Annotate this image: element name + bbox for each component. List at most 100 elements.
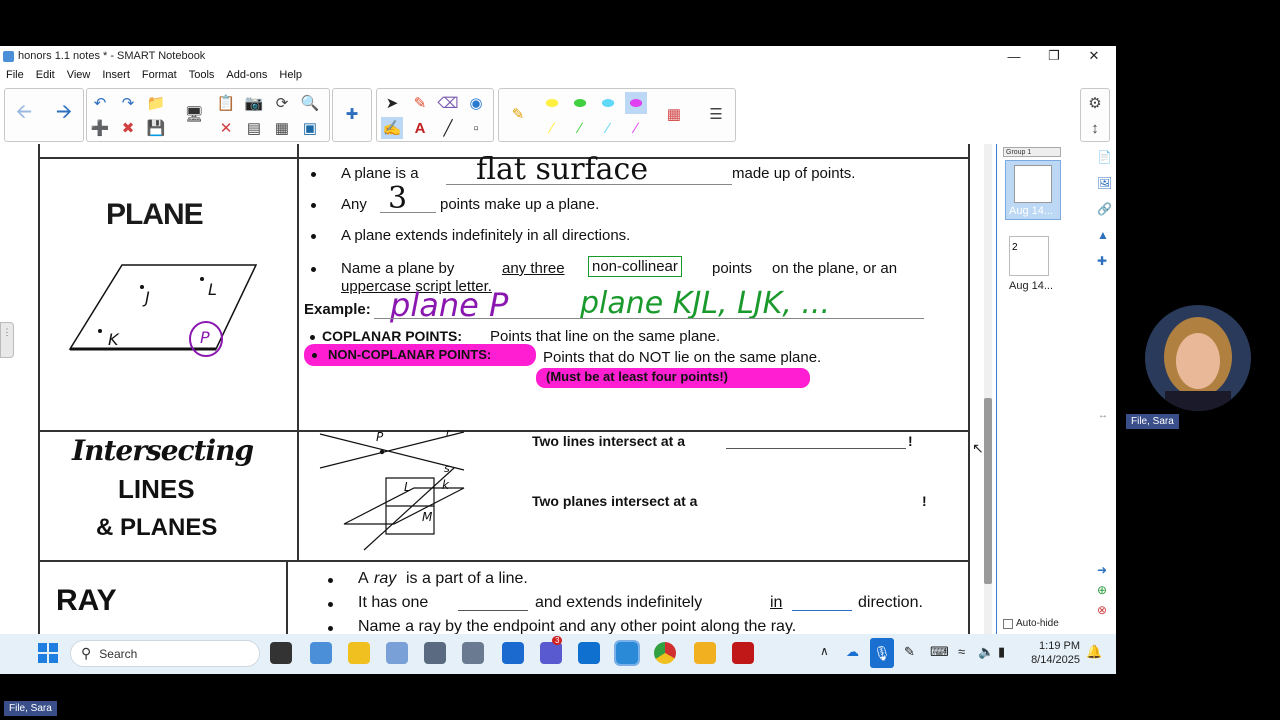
close-icon[interactable]: ✕ (1074, 46, 1114, 66)
add-page-sidebar-icon[interactable]: ⊕ (1097, 580, 1113, 600)
screen-shade-icon[interactable]: ▤ (243, 117, 265, 139)
minimize-icon[interactable]: — (994, 46, 1034, 66)
coplanar-label: COPLANAR POINTS: (322, 328, 462, 344)
page-thumbnail-1[interactable]: Aug 14... (1005, 160, 1061, 220)
plane-def-2-start: Any (341, 196, 367, 213)
menu-addons[interactable]: Add-ons (220, 69, 273, 81)
fullscreen-icon[interactable]: ▣ (299, 117, 321, 139)
keyboard-icon[interactable]: ⌨ (930, 644, 949, 660)
puzzle-icon[interactable]: ✚ (341, 103, 363, 125)
side-panel-handle-icon[interactable]: ⋮ (0, 322, 14, 358)
text-icon[interactable]: A (409, 117, 431, 139)
cyan-thin-pen-icon[interactable]: ∕ (597, 117, 619, 139)
wifi-icon[interactable]: ≈ (958, 644, 965, 659)
fill-icon[interactable]: ◉ (465, 92, 487, 114)
attachments-tab-icon[interactable]: 🔗 (1097, 202, 1113, 220)
page-sorter-tab-icon[interactable]: 📄 (1097, 150, 1113, 168)
autohide-checkbox[interactable] (1003, 618, 1013, 629)
redo-icon[interactable]: ↷ (117, 92, 139, 114)
eraser-icon[interactable]: ⌫ (437, 92, 459, 114)
delete-icon[interactable]: ✕ (215, 117, 237, 139)
file-explorer-icon[interactable] (694, 642, 716, 664)
forward-arrow-icon[interactable]: 🡪 (53, 101, 75, 125)
green-pen-icon[interactable]: ⬬ (569, 92, 591, 114)
autohide-toggle[interactable]: Auto-hide (1003, 618, 1059, 629)
eraser-tool-icon[interactable]: ▫ (465, 117, 487, 139)
page-thumbnail-2[interactable]: 2 (1009, 236, 1049, 276)
menu-view[interactable]: View (61, 69, 97, 81)
notes-app-icon[interactable] (462, 642, 484, 664)
yellow-pen-icon[interactable]: ⬬ (541, 92, 563, 114)
menu-edit[interactable]: Edit (30, 69, 61, 81)
green-thin-pen-icon[interactable]: ∕ (569, 117, 591, 139)
paste-icon[interactable]: 📋 (215, 92, 237, 114)
volume-icon[interactable]: 🔈 (978, 644, 994, 660)
handwritten-flat-surface: flat surface (476, 152, 649, 187)
cyan-pen-icon[interactable]: ⬬ (597, 92, 619, 114)
notebook-page-area[interactable]: ⋮ PLANE J L K P A plane is a flat surfac… (0, 144, 996, 634)
calculator-app-icon[interactable] (424, 642, 446, 664)
acrobat-icon[interactable] (732, 642, 754, 664)
task-view-icon[interactable] (270, 642, 292, 664)
menu-help[interactable]: Help (273, 69, 308, 81)
yellow-thin-pen-icon[interactable]: ∕ (541, 117, 563, 139)
rotate-icon[interactable]: ⟳ (271, 92, 293, 114)
notification-bell-icon[interactable]: 🔔 (1086, 644, 1102, 660)
resize-arrows-icon[interactable]: ↔ (1098, 410, 1108, 421)
group-dropdown[interactable]: Group 1 (1003, 147, 1061, 157)
menu-insert[interactable]: Insert (96, 69, 136, 81)
display-icon[interactable]: 🖥 (183, 103, 205, 125)
chevron-up-icon[interactable]: ∧ (820, 644, 829, 658)
widgets-icon[interactable] (310, 642, 332, 664)
teams-icon[interactable]: 3 (540, 636, 563, 664)
pen-menu-icon[interactable]: ✎ (904, 644, 915, 660)
open-folder-icon[interactable]: 📁 (145, 92, 167, 114)
edit-group: ↶ ↷ 📁 ➕ ✖ 💾 🖥 📋 📷 ⟳ 🔍 ✕ ▤ ▦ ▣ (86, 88, 330, 142)
clock[interactable]: 1:19 PM 8/14/2025 (1028, 639, 1080, 667)
clock-time: 1:19 PM (1039, 640, 1080, 652)
save-icon[interactable]: 💾 (145, 117, 167, 139)
noncoplanar-def: Points that do NOT lie on the same plane… (543, 349, 822, 366)
restore-icon[interactable]: ❐ (1034, 46, 1074, 66)
sticky-app-icon[interactable] (348, 642, 370, 664)
line-style-icon[interactable]: ☰ (705, 103, 727, 125)
menu-format[interactable]: Format (136, 69, 183, 81)
back-arrow-icon[interactable]: 🡨 (13, 101, 35, 125)
microphone-icon[interactable]: 🎙 (870, 638, 894, 668)
menu-tools[interactable]: Tools (183, 69, 221, 81)
menu-file[interactable]: File (0, 69, 30, 81)
noncoplanar-note: (Must be at least four points!) (546, 369, 728, 384)
plane-def-4-b: any three (502, 260, 565, 277)
move-toolbar-icon[interactable]: ↕ (1084, 117, 1106, 139)
pen-icon[interactable]: ✎ (409, 92, 431, 114)
gear-icon[interactable]: ⚙ (1084, 92, 1106, 114)
gallery-tab-icon[interactable]: 🖼 (1097, 176, 1113, 194)
defender-app-icon[interactable] (502, 642, 524, 664)
table-icon[interactable]: ▦ (271, 117, 293, 139)
zoom-icon[interactable]: 🔍 (299, 92, 321, 114)
magic-pen-icon[interactable]: ✍ (381, 117, 403, 139)
battery-icon[interactable]: ▮ (998, 644, 1005, 660)
delete-page-sidebar-icon[interactable]: ⊗ (1097, 600, 1113, 620)
taskbar-search[interactable]: ⚲ Search (70, 640, 260, 667)
line-icon[interactable]: ╱ (437, 117, 459, 139)
move-sidebar-icon[interactable]: ➜ (1097, 560, 1113, 580)
addons-tab-icon[interactable]: ✚ (1097, 254, 1113, 272)
smart-notebook-taskbar-icon[interactable] (614, 640, 640, 666)
magenta-pen-icon[interactable]: ⬬ (625, 92, 647, 114)
magenta-thin-pen-icon[interactable]: ∕ (625, 117, 647, 139)
undo-icon[interactable]: ↶ (89, 92, 111, 114)
delete-page-icon[interactable]: ✖ (117, 117, 139, 139)
color-palette-icon[interactable]: ▦ (663, 103, 685, 125)
outlook-icon[interactable] (578, 642, 600, 664)
properties-tab-icon[interactable]: ▲ (1097, 228, 1113, 246)
scrollbar-thumb[interactable] (984, 398, 992, 584)
highlighter-icon[interactable]: ✎ (507, 103, 529, 125)
snip-app-icon[interactable] (386, 642, 408, 664)
select-arrow-icon[interactable]: ➤ (381, 92, 403, 114)
chrome-icon[interactable] (654, 642, 676, 664)
windows-start-icon[interactable] (38, 643, 58, 663)
screen-capture-icon[interactable]: 📷 (243, 92, 265, 114)
add-page-icon[interactable]: ➕ (89, 117, 111, 139)
onedrive-icon[interactable]: ☁ (846, 644, 859, 660)
